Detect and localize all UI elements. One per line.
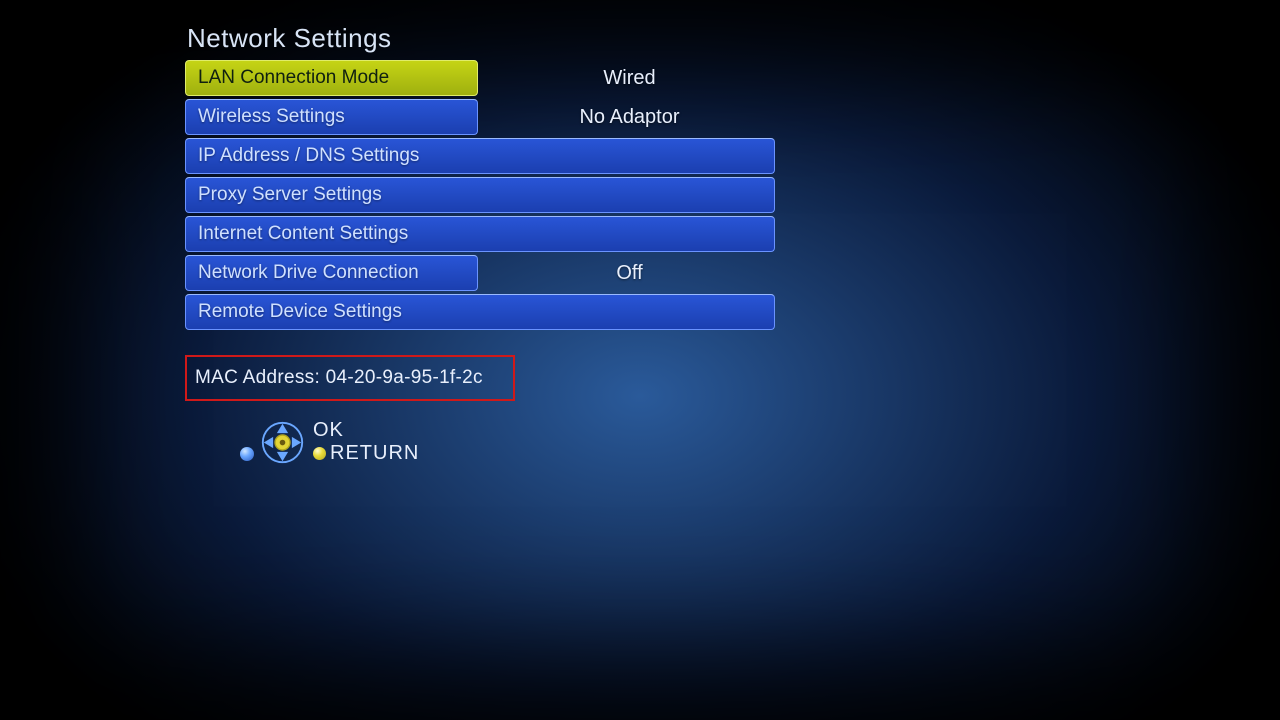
settings-item[interactable]: Remote Device Settings [185, 294, 775, 330]
settings-item[interactable]: Network Drive Connection [185, 255, 478, 291]
mac-address-box: MAC Address: 04-20-9a-95-1f-2c [185, 355, 515, 401]
settings-item[interactable]: IP Address / DNS Settings [185, 138, 775, 174]
settings-row: LAN Connection ModeWired [185, 60, 1067, 96]
settings-value: Off [483, 255, 776, 291]
settings-row: Internet Content Settings [185, 216, 1067, 252]
button-legend: OK RETURN [240, 419, 1067, 465]
settings-item[interactable]: Internet Content Settings [185, 216, 775, 252]
legend-ok: OK [313, 419, 419, 442]
mac-address-label: MAC Address: [195, 367, 326, 388]
yellow-dot-icon [313, 447, 326, 460]
settings-item[interactable]: Proxy Server Settings [185, 177, 775, 213]
dpad-icon [260, 420, 305, 465]
legend-labels: OK RETURN [313, 419, 419, 465]
settings-row: Remote Device Settings [185, 294, 1067, 330]
blue-dot-icon [240, 447, 254, 461]
settings-item[interactable]: Wireless Settings [185, 99, 478, 135]
settings-row: Network Drive ConnectionOff [185, 255, 1067, 291]
settings-row: Wireless SettingsNo Adaptor [185, 99, 1067, 135]
legend-return: RETURN [330, 442, 419, 465]
settings-list: LAN Connection ModeWiredWireless Setting… [185, 60, 1067, 330]
settings-value: Wired [483, 60, 776, 96]
settings-item[interactable]: LAN Connection Mode [185, 60, 478, 96]
mac-address-value: 04-20-9a-95-1f-2c [326, 367, 483, 388]
settings-row: Proxy Server Settings [185, 177, 1067, 213]
page-title: Network Settings [185, 23, 1067, 54]
network-settings-panel: Network Settings LAN Connection ModeWire… [185, 23, 1067, 465]
settings-value: No Adaptor [483, 99, 776, 135]
settings-row: IP Address / DNS Settings [185, 138, 1067, 174]
